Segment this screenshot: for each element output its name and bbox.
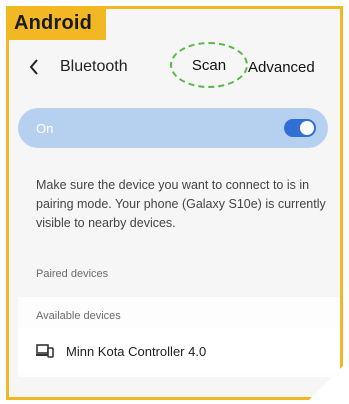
app-bar: Bluetooth Scan Advanced <box>26 42 326 88</box>
scan-highlight: Scan <box>170 42 248 88</box>
paired-devices-label: Paired devices <box>36 268 109 280</box>
device-list-item[interactable]: Minn Kota Controller 4.0 <box>18 328 340 374</box>
bluetooth-switch[interactable] <box>284 119 316 137</box>
scan-button[interactable]: Scan <box>192 57 226 74</box>
platform-tag: Android <box>6 6 107 40</box>
page-title: Bluetooth <box>60 58 128 75</box>
bluetooth-toggle-row[interactable]: On <box>18 108 328 148</box>
switch-knob <box>300 121 314 135</box>
pairing-info-text: Make sure the device you want to connect… <box>36 178 326 230</box>
available-devices-label: Available devices <box>36 310 121 322</box>
toggle-label: On <box>36 120 54 136</box>
advanced-button[interactable]: Advanced <box>248 59 315 76</box>
chevron-left-icon[interactable] <box>26 57 42 77</box>
device-name: Minn Kota Controller 4.0 <box>66 343 207 359</box>
laptop-phone-icon <box>36 344 54 358</box>
